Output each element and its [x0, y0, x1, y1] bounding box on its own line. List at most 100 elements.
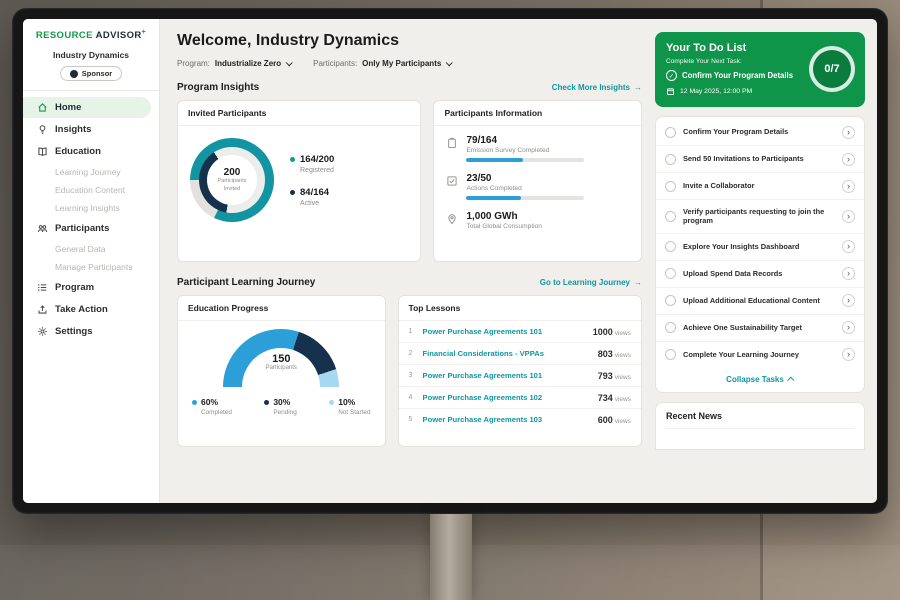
chevron-right-icon[interactable]: › [842, 210, 855, 223]
task-checkbox[interactable] [665, 268, 676, 279]
chevron-right-icon[interactable]: › [842, 153, 855, 166]
program-filter: Program: Industrialize Zero [177, 59, 291, 68]
legend-value: 10% [338, 397, 355, 407]
participants-information-card: Participants Information 79/164 Emission… [433, 100, 642, 262]
participants-filter-dropdown[interactable]: Only My Participants [362, 59, 451, 68]
lesson-rank: 5 [409, 416, 415, 423]
lesson-link[interactable]: Power Purchase Agreements 101 [423, 371, 590, 380]
program-filter-dropdown[interactable]: Industrialize Zero [215, 59, 291, 68]
stat-actions-completed: 23/50 Actions Completed [446, 173, 629, 200]
lesson-views-word: views [615, 418, 631, 425]
next-task-label: Confirm Your Program Details [682, 71, 793, 80]
chevron-right-icon[interactable]: › [842, 321, 855, 334]
sidebar-item-settings[interactable]: Settings [23, 321, 151, 342]
task-row[interactable]: Send 50 Invitations to Participants › [656, 146, 864, 173]
check-more-insights-link[interactable]: Check More Insights → [552, 83, 642, 92]
stat-emission-survey: 79/164 Emission Survey Completed [446, 135, 629, 162]
todo-progress-badge: 0/7 [809, 46, 855, 92]
task-row[interactable]: Upload Spend Data Records › [656, 261, 864, 288]
sidebar-item-learning-journey[interactable]: Learning Journey [23, 163, 159, 181]
chevron-glyph: › [847, 154, 850, 164]
task-checkbox[interactable] [665, 349, 676, 360]
task-row[interactable]: Complete Your Learning Journey › [656, 342, 864, 368]
task-row[interactable]: Upload Additional Educational Content › [656, 288, 864, 315]
task-row[interactable]: Verify participants requesting to join t… [656, 200, 864, 234]
filter-bar: Program: Industrialize Zero Participants… [177, 59, 642, 68]
sidebar-item-home[interactable]: Home [23, 97, 151, 118]
legend-dot [192, 400, 197, 405]
lesson-row[interactable]: 4 Power Purchase Agreements 102 734views [399, 387, 641, 409]
task-row[interactable]: Invite a Collaborator › [656, 173, 864, 200]
lesson-row[interactable]: 1 Power Purchase Agreements 101 1000view… [399, 321, 641, 343]
chevron-glyph: › [847, 268, 850, 278]
sidebar-item-program[interactable]: Program [23, 277, 151, 298]
sidebar-item-general-data[interactable]: General Data [23, 240, 159, 258]
sidebar-item-take-action[interactable]: Take Action [23, 299, 151, 320]
recent-news-card: Recent News [655, 402, 865, 450]
lesson-link[interactable]: Power Purchase Agreements 102 [423, 393, 590, 402]
card-title: Education Progress [178, 296, 385, 321]
chevron-right-icon[interactable]: › [842, 267, 855, 280]
chevron-right-icon[interactable]: › [842, 348, 855, 361]
people-icon [37, 223, 48, 234]
collapse-tasks-button[interactable]: Collapse Tasks [656, 368, 864, 390]
dashboard-screen: RESOURCE ADVISOR+ Industry Dynamics Spon… [23, 19, 877, 503]
lesson-rank: 2 [409, 350, 415, 357]
home-icon [37, 102, 48, 113]
sidebar-item-label: Education [55, 146, 101, 157]
chevron-glyph: › [847, 181, 850, 191]
task-checkbox[interactable] [665, 211, 676, 222]
sidebar-item-education-content[interactable]: Education Content [23, 181, 159, 199]
lesson-row[interactable]: 3 Power Purchase Agreements 101 793views [399, 365, 641, 387]
sidebar: RESOURCE ADVISOR+ Industry Dynamics Spon… [23, 19, 160, 503]
chevron-glyph: › [847, 295, 850, 305]
task-checkbox[interactable] [665, 127, 676, 138]
task-checkbox[interactable] [665, 181, 676, 192]
task-checkbox[interactable] [665, 241, 676, 252]
sidebar-item-insights[interactable]: Insights [23, 119, 151, 140]
sidebar-item-participants[interactable]: Participants [23, 218, 151, 239]
legend-item-registered: 164/200 Registered [290, 154, 334, 174]
card-title: Participants Information [434, 101, 641, 126]
chevron-right-icon[interactable]: › [842, 126, 855, 139]
task-row[interactable]: Explore Your Insights Dashboard › [656, 234, 864, 261]
top-lessons-card: Top Lessons 1 Power Purchase Agreements … [398, 295, 642, 447]
legend-dot [290, 190, 295, 195]
go-to-learning-journey-link[interactable]: Go to Learning Journey → [540, 278, 642, 287]
invited-participants-card: Invited Participants 200 Participants In… [177, 100, 421, 262]
todo-next-task[interactable]: ✓ Confirm Your Program Details [666, 70, 806, 81]
legend-value: 30% [273, 397, 290, 407]
task-checkbox[interactable] [665, 322, 676, 333]
chevron-glyph: › [847, 241, 850, 251]
chevron-down-icon [446, 59, 453, 66]
sponsor-badge[interactable]: Sponsor [60, 66, 122, 81]
sidebar-item-learning-insights[interactable]: Learning Insights [23, 199, 159, 217]
logo-secondary: ADVISOR [96, 30, 142, 41]
legend-label: Completed [201, 409, 232, 416]
lesson-row[interactable]: 5 Power Purchase Agreements 103 600views [399, 409, 641, 430]
lesson-link[interactable]: Power Purchase Agreements 103 [423, 415, 590, 424]
task-label: Complete Your Learning Journey [683, 350, 835, 360]
task-row[interactable]: Achieve One Sustainability Target › [656, 315, 864, 342]
gauge-center-value: 150 [223, 353, 339, 365]
task-checkbox[interactable] [665, 154, 676, 165]
lesson-row[interactable]: 2 Financial Considerations - VPPAs 803vi… [399, 343, 641, 365]
stat-label: Emission Survey Completed [466, 147, 629, 154]
progress-bar [466, 196, 584, 200]
sidebar-item-education[interactable]: Education [23, 141, 151, 162]
lesson-link[interactable]: Financial Considerations - VPPAs [423, 349, 590, 358]
lesson-link[interactable]: Power Purchase Agreements 101 [423, 327, 585, 336]
monitor: RESOURCE ADVISOR+ Industry Dynamics Spon… [12, 8, 888, 514]
task-checkbox[interactable] [665, 295, 676, 306]
task-label: Invite a Collaborator [683, 181, 835, 191]
sponsor-icon [70, 70, 78, 78]
chevron-right-icon[interactable]: › [842, 294, 855, 307]
sidebar-item-manage-participants[interactable]: Manage Participants [23, 258, 159, 276]
task-label: Explore Your Insights Dashboard [683, 242, 835, 252]
section-title: Program Insights [177, 82, 259, 93]
chevron-right-icon[interactable]: › [842, 240, 855, 253]
task-row[interactable]: Confirm Your Program Details › [656, 119, 864, 146]
todo-header-card: Your To Do List Complete Your Next Task:… [655, 32, 865, 107]
lesson-views-value: 793 [598, 371, 613, 381]
chevron-right-icon[interactable]: › [842, 180, 855, 193]
